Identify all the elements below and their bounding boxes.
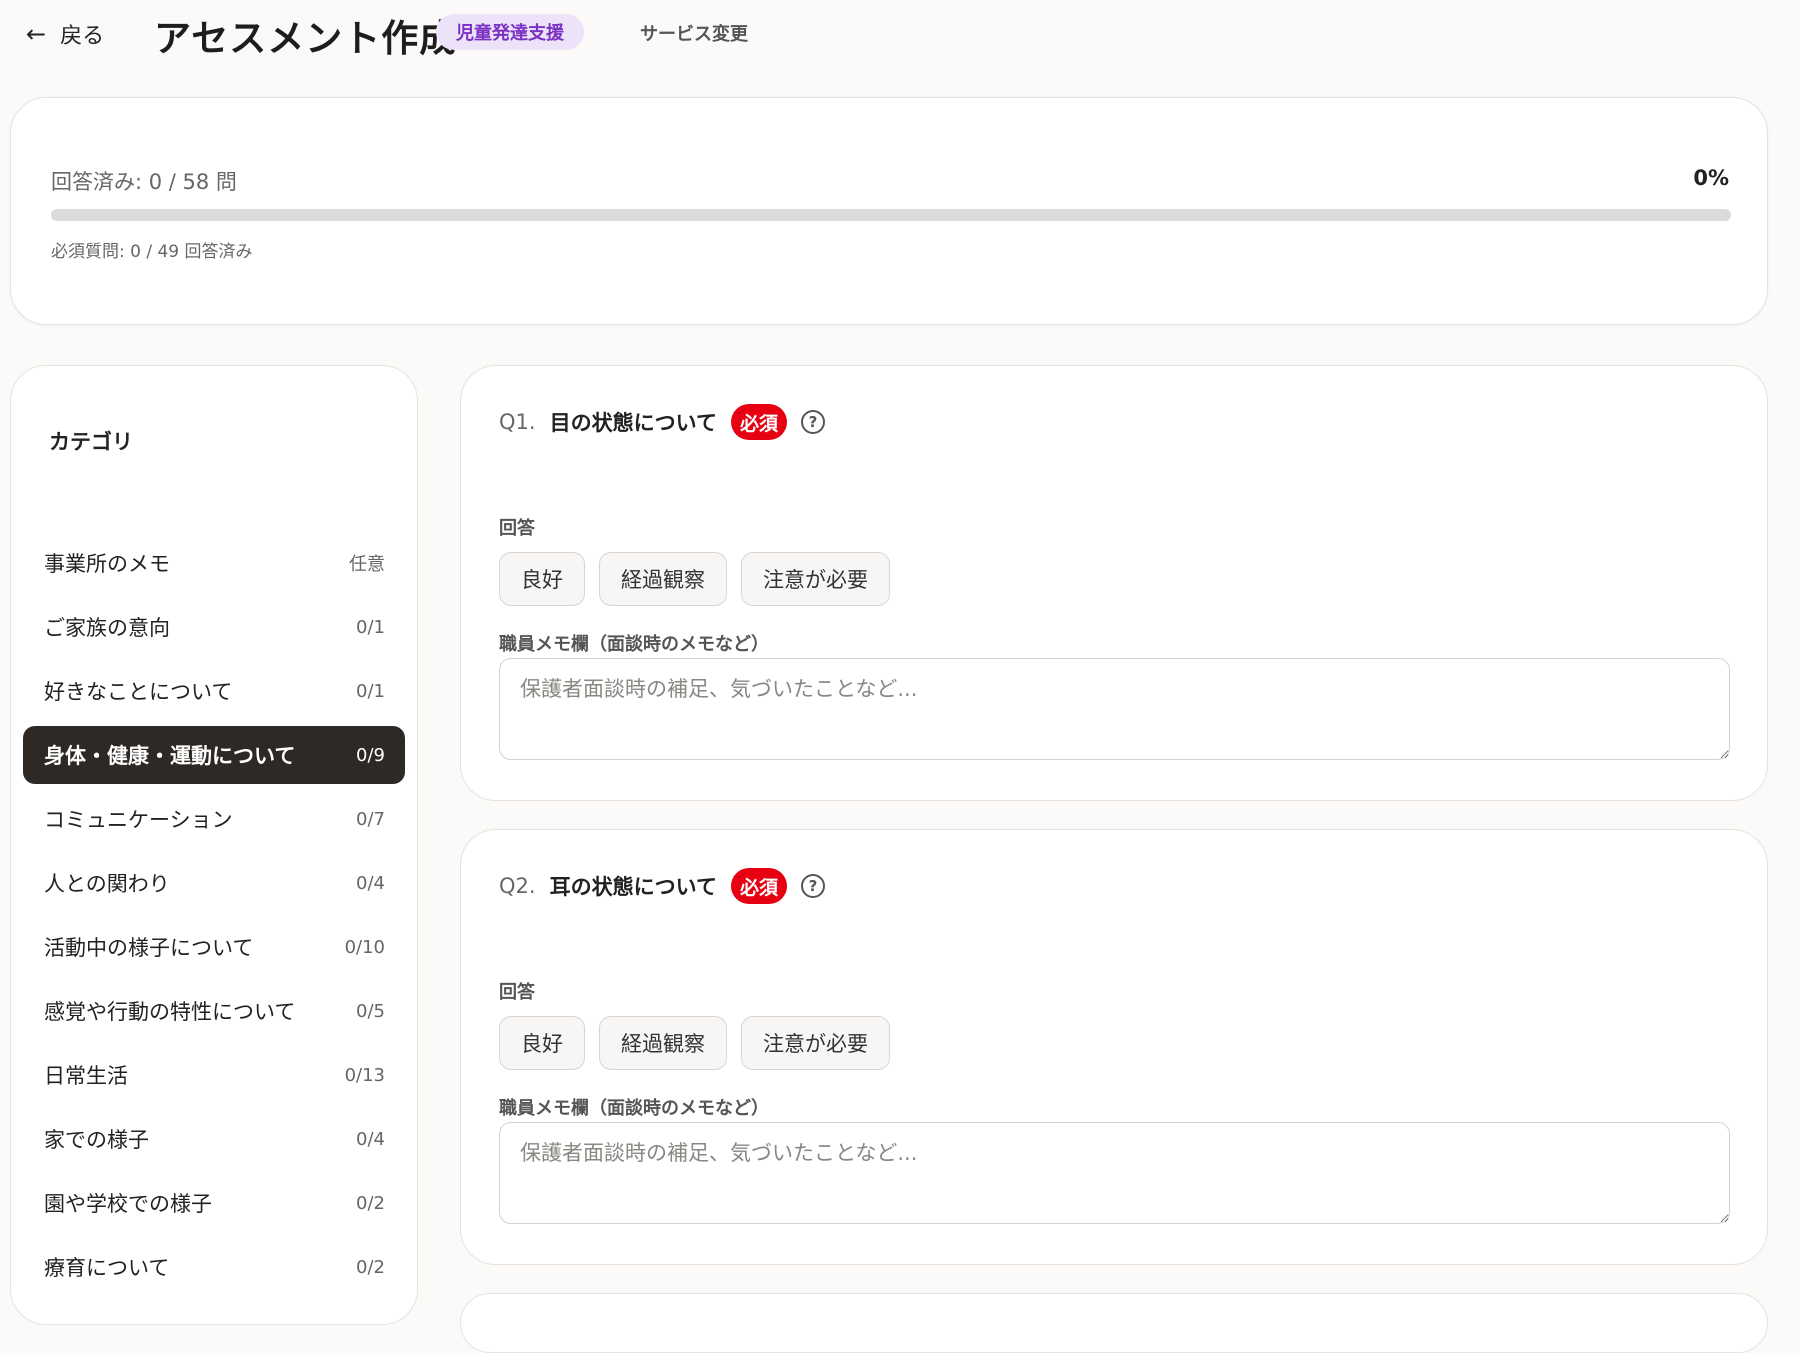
option-caution-button[interactable]: 注意が必要 (741, 552, 890, 606)
category-label: 人との関わり (44, 872, 170, 896)
category-label: 活動中の様子について (44, 936, 254, 960)
category-label: 園や学校での様子 (44, 1192, 212, 1216)
category-label: ご家族の意向 (44, 616, 170, 640)
category-list: 事業所のメモ 任意 ご家族の意向 0/1 好きなことについて 0/1 身体・健康・運動… (23, 534, 405, 1302)
category-label: 家での様子 (44, 1128, 149, 1152)
category-item[interactable]: 療育について 0/2 (23, 1238, 405, 1296)
category-count: 0/5 (356, 1000, 385, 1022)
option-observe-button[interactable]: 経過観察 (599, 1016, 727, 1070)
category-item[interactable]: 日常生活 0/13 (23, 1046, 405, 1104)
back-button[interactable]: ← 戻る (26, 16, 104, 52)
sidebar-title: カテゴリ (49, 430, 133, 454)
page-header: ← 戻る アセスメント作成 児童発達支援 サービス変更 (0, 0, 1800, 70)
category-count: 0/7 (356, 808, 385, 830)
question-header: Q1. 目の状態について 必須 ? (499, 404, 825, 440)
category-item[interactable]: 園や学校での様子 0/2 (23, 1174, 405, 1232)
option-good-button[interactable]: 良好 (499, 552, 585, 606)
category-item[interactable]: ご家族の意向 0/1 (23, 598, 405, 656)
category-label: 療育について (44, 1256, 170, 1280)
question-number: Q2. (499, 874, 536, 898)
option-caution-button[interactable]: 注意が必要 (741, 1016, 890, 1070)
page-title: アセスメント作成 (154, 17, 458, 60)
category-item[interactable]: 感覚や行動の特性について 0/5 (23, 982, 405, 1040)
answer-label: 回答 (499, 982, 535, 1003)
category-item[interactable]: 家での様子 0/4 (23, 1110, 405, 1168)
progress-card: 回答済み: 0 / 58 問 0% 必須質問: 0 / 49 回答済み (10, 97, 1768, 325)
question-title: 耳の状態について (549, 875, 717, 899)
help-circle-icon[interactable]: ? (800, 874, 825, 898)
service-badge: 児童発達支援 (436, 14, 584, 50)
category-item[interactable]: 事業所のメモ 任意 (23, 534, 405, 592)
category-count: 0/10 (344, 936, 385, 958)
category-count: 0/9 (356, 744, 385, 766)
category-label: 身体・健康・運動について (44, 744, 296, 768)
answer-options: 良好 経過観察 注意が必要 (499, 1016, 890, 1070)
service-change-button[interactable]: サービス変更 (640, 20, 748, 46)
arrow-left-icon: ← (26, 20, 47, 48)
category-item[interactable]: 好きなことについて 0/1 (23, 662, 405, 720)
progress-percent: 0% (1693, 166, 1729, 190)
answer-label: 回答 (499, 518, 535, 539)
help-circle-icon[interactable]: ? (800, 410, 825, 434)
option-good-button[interactable]: 良好 (499, 1016, 585, 1070)
question-header: Q2. 耳の状態について 必須 ? (499, 868, 825, 904)
category-item[interactable]: 人との関わり 0/4 (23, 854, 405, 912)
question-card-q1: Q1. 目の状態について 必須 ? 回答 良好 経過観察 注意が必要 職員メモ欄… (460, 365, 1768, 801)
category-count: 0/1 (356, 680, 385, 702)
category-item-active[interactable]: 身体・健康・運動について 0/9 (23, 726, 405, 784)
memo-textarea[interactable] (499, 658, 1730, 760)
category-sidebar: カテゴリ 事業所のメモ 任意 ご家族の意向 0/1 好きなことについて 0/1 身体・… (10, 365, 418, 1325)
category-count: 0/4 (356, 1128, 385, 1150)
category-item[interactable]: 活動中の様子について 0/10 (23, 918, 405, 976)
category-label: 日常生活 (44, 1064, 128, 1088)
question-card-q3 (460, 1293, 1768, 1353)
memo-textarea[interactable] (499, 1122, 1730, 1224)
category-label: 感覚や行動の特性について (44, 1000, 296, 1024)
option-observe-button[interactable]: 経過観察 (599, 552, 727, 606)
category-item[interactable]: コミュニケーション 0/7 (23, 790, 405, 848)
category-label: 好きなことについて (44, 680, 233, 704)
category-label: 事業所のメモ (44, 552, 170, 576)
question-card-q2: Q2. 耳の状態について 必須 ? 回答 良好 経過観察 注意が必要 職員メモ欄… (460, 829, 1768, 1265)
required-badge: 必須 (730, 868, 787, 904)
category-label: コミュニケーション (44, 808, 233, 832)
memo-label: 職員メモ欄（面談時のメモなど） (499, 634, 769, 655)
category-count: 0/4 (356, 872, 385, 894)
memo-label: 職員メモ欄（面談時のメモなど） (499, 1098, 769, 1119)
required-badge: 必須 (730, 404, 787, 440)
question-number: Q1. (499, 410, 536, 434)
required-count: 必須質問: 0 / 49 回答済み (51, 242, 253, 262)
category-count: 0/1 (356, 616, 385, 638)
answered-count: 回答済み: 0 / 58 問 (51, 170, 237, 194)
category-count: 0/2 (356, 1192, 385, 1214)
question-title: 目の状態について (549, 411, 717, 435)
back-label: 戻る (60, 24, 105, 49)
answer-options: 良好 経過観察 注意が必要 (499, 552, 890, 606)
category-count: 0/13 (344, 1064, 385, 1086)
category-count: 任意 (349, 554, 385, 575)
category-count: 0/2 (356, 1256, 385, 1278)
progress-bar (51, 209, 1731, 221)
